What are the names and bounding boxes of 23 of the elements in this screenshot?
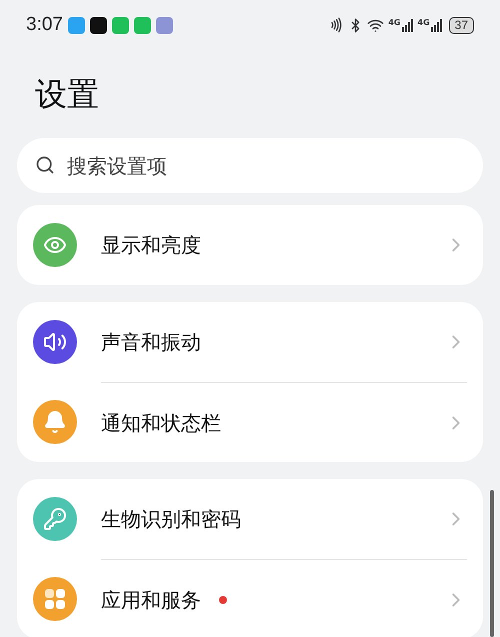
row-label: 显示和亮度 [101,232,201,259]
search-icon [35,155,55,175]
row-label: 应用和服务 [101,586,201,614]
settings-row[interactable]: 显示和亮度 [33,205,467,285]
row-label: 通知和状态栏 [101,410,221,436]
settings-row[interactable]: 生物识别和密码 [33,479,467,559]
settings-row[interactable]: 应用和服务 [33,559,467,637]
page-title: 设置 [35,74,99,115]
clock: 3:07 [26,12,63,37]
battery-level: 37 [448,16,474,34]
settings-row[interactable]: 通知和状态栏 [33,382,467,462]
signal-icon [402,18,414,32]
settings-row[interactable]: 声音和振动 [33,302,467,382]
row-label: 生物识别和密码 [101,506,241,533]
key-icon [43,507,67,531]
speaker-icon [43,330,67,354]
app-grid-icon [44,588,66,610]
network-label: 4G [418,18,430,26]
search-field[interactable]: 搜索设置项 [17,138,483,193]
bell-icon [43,410,67,434]
signal-icon [430,18,443,32]
network-label: 4G [388,18,400,26]
row-label: 声音和振动 [101,329,201,356]
